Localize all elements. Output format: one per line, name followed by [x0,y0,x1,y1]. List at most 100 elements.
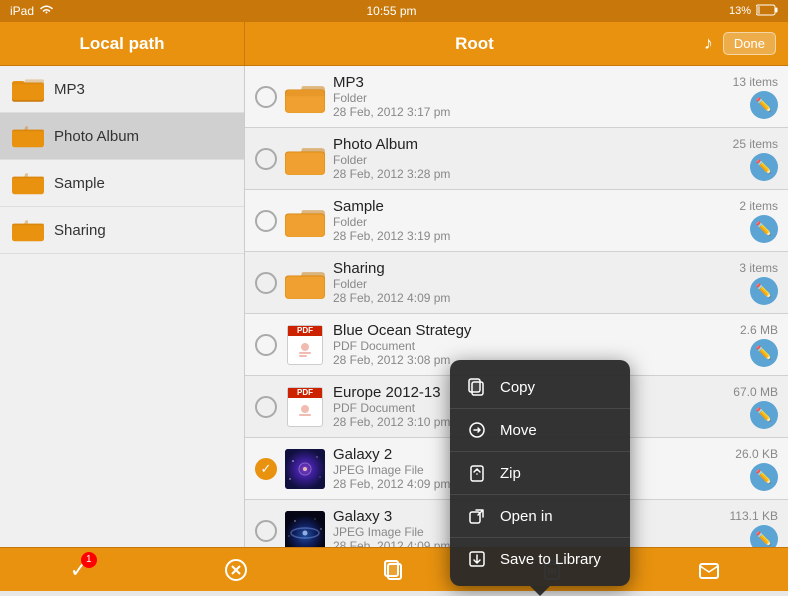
done-button[interactable]: Done [723,32,776,55]
move-icon [466,419,488,441]
file-type: PDF Document [333,339,732,353]
copy-icon [466,376,488,398]
context-menu-copy[interactable]: Copy [450,366,630,409]
file-size: 2 items [739,199,778,213]
copy-toolbar-icon [382,558,406,582]
edit-button[interactable]: ✏️ [750,215,778,243]
table-row[interactable]: Sample Folder 28 Feb, 2012 3:19 pm 2 ite… [245,190,788,252]
status-time: 10:55 pm [366,4,416,18]
content-area: MP3 Photo Album Sample [0,66,788,547]
toolbar: ✓ 1 [0,547,788,591]
context-menu-move[interactable]: Move [450,409,630,452]
status-right: 13% [729,4,778,19]
image-thumbnail [285,511,325,548]
folder-icon [12,76,44,102]
file-info: Photo Album Folder 28 Feb, 2012 3:28 pm [333,136,725,181]
folder-icon [12,217,44,243]
toolbar-email-button[interactable] [687,548,731,592]
file-type: Folder [333,215,731,229]
radio-button[interactable] [255,458,277,480]
edit-button[interactable]: ✏️ [750,153,778,181]
open-in-label: Open in [500,508,553,525]
file-type: Folder [333,91,725,105]
sidebar-item-sample[interactable]: Sample [0,160,244,207]
device-label: iPad [10,4,34,18]
sidebar-item-photo-album[interactable]: Photo Album [0,113,244,160]
file-size: 13 items [733,75,778,89]
file-meta: 13 items ✏️ [733,75,778,119]
sidebar: MP3 Photo Album Sample [0,66,245,547]
save-library-icon [466,548,488,570]
file-size: 25 items [733,137,778,151]
folder-thumbnail [285,80,325,114]
file-date: 28 Feb, 2012 3:17 pm [333,105,725,119]
sidebar-item-label: Photo Album [54,128,139,145]
radio-button[interactable] [255,86,277,108]
radio-button[interactable] [255,520,277,542]
file-meta: 3 items ✏️ [739,261,778,305]
open-in-icon [466,505,488,527]
file-info: MP3 Folder 28 Feb, 2012 3:17 pm [333,74,725,119]
email-icon [697,558,721,582]
battery-icon [756,4,778,19]
radio-button[interactable] [255,210,277,232]
radio-button[interactable] [255,396,277,418]
sidebar-item-label: Sample [54,175,105,192]
sidebar-item-mp3[interactable]: MP3 [0,66,244,113]
folder-icon [12,123,44,149]
file-name: Sharing [333,260,731,277]
file-size: 26.0 KB [735,447,778,461]
edit-button[interactable]: ✏️ [750,525,778,548]
context-menu-open-in[interactable]: Open in [450,495,630,538]
edit-button[interactable]: ✏️ [750,339,778,367]
context-menu-zip[interactable]: Zip [450,452,630,495]
context-menu-save-library[interactable]: Save to Library [450,538,630,580]
sidebar-item-sharing[interactable]: Sharing [0,207,244,254]
radio-button[interactable] [255,148,277,170]
edit-button[interactable]: ✏️ [750,401,778,429]
context-menu: Copy Move Zip Open in Save to Library [450,360,630,586]
file-meta: 2 items ✏️ [739,199,778,243]
folder-thumbnail [285,204,325,238]
file-size: 2.6 MB [740,323,778,337]
table-row[interactable]: MP3 Folder 28 Feb, 2012 3:17 pm 13 items… [245,66,788,128]
toolbar-check-button[interactable]: ✓ 1 [57,548,101,592]
file-meta: 25 items ✏️ [733,137,778,181]
toolbar-badge: 1 [81,552,97,568]
copy-label: Copy [500,379,535,396]
radio-button[interactable] [255,272,277,294]
toolbar-cancel-button[interactable] [214,548,258,592]
music-icon: ♪ [704,33,713,54]
file-meta: 2.6 MB ✏️ [740,323,778,367]
table-row[interactable]: Sharing Folder 28 Feb, 2012 4:09 pm 3 it… [245,252,788,314]
edit-button[interactable]: ✏️ [750,277,778,305]
edit-button[interactable]: ✏️ [750,463,778,491]
status-left: iPad [10,4,54,18]
pdf-thumbnail: PDF [285,325,325,365]
toolbar-copy-button[interactable] [372,548,416,592]
file-date: 28 Feb, 2012 3:19 pm [333,229,731,243]
wifi-icon [39,4,54,18]
zip-icon [466,462,488,484]
table-row[interactable]: Photo Album Folder 28 Feb, 2012 3:28 pm … [245,128,788,190]
file-type: Folder [333,153,725,167]
file-size: 113.1 KB [730,509,778,523]
file-info: Sharing Folder 28 Feb, 2012 4:09 pm [333,260,731,305]
nav-center-title: Root [245,34,704,54]
file-name: Photo Album [333,136,725,153]
radio-button[interactable] [255,334,277,356]
file-size: 3 items [739,261,778,275]
pdf-thumbnail: PDF [285,387,325,427]
save-library-label: Save to Library [500,551,601,568]
nav-left-title: Local path [0,22,245,65]
battery-label: 13% [729,5,751,17]
file-date: 28 Feb, 2012 3:28 pm [333,167,725,181]
file-type: Folder [333,277,731,291]
zip-label: Zip [500,465,521,482]
sidebar-item-label: Sharing [54,222,106,239]
file-info: Sample Folder 28 Feb, 2012 3:19 pm [333,198,731,243]
edit-button[interactable]: ✏️ [750,91,778,119]
file-meta: 67.0 MB ✏️ [733,385,778,429]
cancel-icon [224,558,248,582]
image-thumbnail [285,449,325,489]
